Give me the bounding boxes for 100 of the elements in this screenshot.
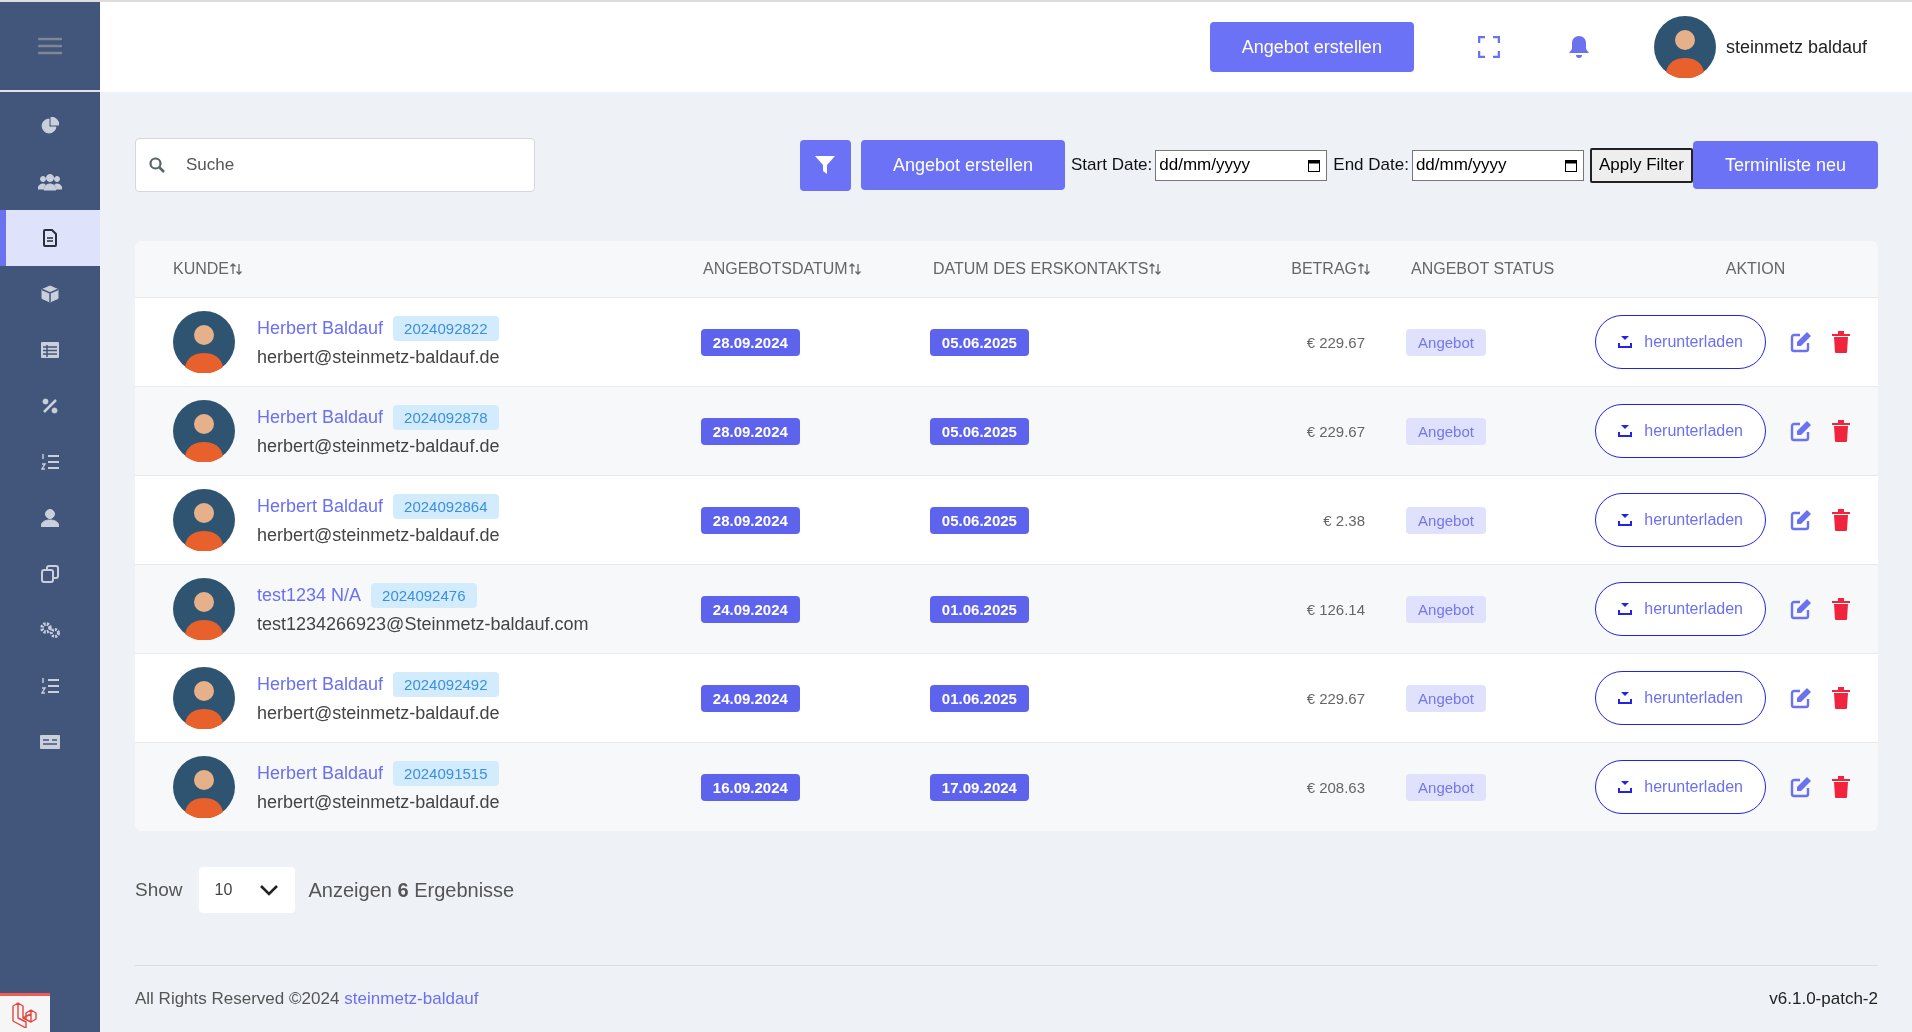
search-field[interactable]: Suche [135,138,535,192]
customer-avatar [173,489,235,551]
download-button[interactable]: herunterladen [1595,671,1766,725]
gears-icon [39,621,61,639]
offer-date-badge: 16.09.2024 [700,773,800,801]
start-date-field[interactable]: dd/mm/yyyy [1155,149,1328,181]
calendar-icon [1308,158,1321,172]
customer-avatar [173,756,235,818]
amount-cell: € 229.67 [1306,422,1366,440]
download-button[interactable]: herunterladen [1595,315,1766,369]
sort-icon [1358,263,1370,275]
offer-date-badge: 28.09.2024 [700,328,800,356]
amount-cell: € 229.67 [1306,333,1366,351]
status-badge: Angebot [1406,328,1486,356]
delete-trash-icon[interactable] [1832,509,1850,531]
customer-email: herbert@steinmetz-baldauf.de [257,347,500,368]
end-date-label: End Date: [1333,155,1409,175]
download-button[interactable]: herunterladen [1595,582,1766,636]
delete-trash-icon[interactable] [1832,776,1850,798]
download-button[interactable]: herunterladen [1595,493,1766,547]
copyright-text: All Rights Reserved ©2024 [135,989,340,1009]
contact-date-badge: 05.06.2025 [929,506,1029,534]
customer-name-link[interactable]: Herbert Baldauf [257,407,384,428]
menu-icon[interactable] [38,36,62,56]
contact-date-badge: 01.06.2025 [929,595,1029,623]
amount-cell: € 208.63 [1306,778,1366,796]
sort-icon [230,263,242,275]
create-offer-button[interactable]: Angebot erstellen [860,140,1066,190]
start-date-label: Start Date: [1071,155,1153,175]
delete-trash-icon[interactable] [1832,420,1850,442]
download-icon [1618,692,1633,704]
apply-filter-button[interactable]: Apply Filter [1589,147,1693,183]
offer-date-badge: 28.09.2024 [700,417,800,445]
download-icon [1618,425,1633,437]
customer-email: herbert@steinmetz-baldauf.de [257,436,500,457]
edit-icon[interactable] [1790,509,1812,531]
download-button[interactable]: herunterladen [1595,760,1766,814]
table-icon [41,342,59,358]
edit-icon[interactable] [1790,776,1812,798]
id-card-icon [40,735,60,749]
numbered-list-icon [41,453,59,471]
download-icon [1618,336,1633,348]
offer-date-badge: 24.09.2024 [700,595,800,623]
edit-icon[interactable] [1790,687,1812,709]
status-badge: Angebot [1406,684,1486,712]
filter-icon [814,154,837,176]
column-header[interactable]: DATUM DES ERSKONTAKTS [933,260,1162,278]
new-appointment-list-button[interactable]: Terminliste neu [1692,141,1878,189]
column-header[interactable]: ANGEBOTSDATUM [703,260,861,278]
user-name: steinmetz baldauf [1725,36,1867,58]
column-header[interactable]: BETRAG [1291,260,1370,278]
customer-name-link[interactable]: Herbert Baldauf [257,318,384,339]
offer-number-badge: 2024092822 [393,316,499,341]
footer-link[interactable]: steinmetz-baldauf [344,989,479,1009]
status-badge: Angebot [1406,595,1486,623]
end-date-field[interactable]: dd/mm/yyyy [1411,149,1584,181]
column-header: ANGEBOT STATUS [1411,260,1555,278]
customer-name-link[interactable]: Herbert Baldauf [257,496,384,517]
version-text: v6.1.0-patch-2 [1769,989,1878,1009]
logo-icon[interactable] [0,993,50,1032]
customer-avatar [173,578,235,640]
create-offer-button[interactable]: Angebot erstellen [1209,22,1414,72]
amount-cell: € 126.14 [1306,600,1366,618]
copy-icon [41,565,59,583]
contact-date-badge: 01.06.2025 [929,684,1029,712]
customer-name-link[interactable]: test1234 N/A [257,585,362,606]
customer-email: herbert@steinmetz-baldauf.de [257,703,500,724]
contact-date-badge: 17.09.2024 [929,773,1029,801]
download-icon [1618,603,1633,615]
delete-trash-icon[interactable] [1832,687,1850,709]
chevron-down-icon [258,884,279,896]
offer-number-badge: 2024091515 [393,761,499,786]
offer-number-badge: 2024092864 [393,494,499,519]
edit-icon[interactable] [1790,598,1812,620]
customer-name-link[interactable]: Herbert Baldauf [257,674,384,695]
delete-trash-icon[interactable] [1832,331,1850,353]
fullscreen-icon[interactable] [1477,36,1500,58]
calendar-icon [1564,158,1577,172]
sidebar-item[interactable] [0,210,100,266]
pie-chart-icon [41,117,59,135]
customer-avatar [173,311,235,373]
contact-date-badge: 05.06.2025 [929,328,1029,356]
percent-icon [42,398,58,414]
edit-icon[interactable] [1790,420,1812,442]
customer-email: herbert@steinmetz-baldauf.de [257,525,500,546]
notification-bell-icon[interactable] [1567,35,1590,59]
page-size-select[interactable]: 10 [198,867,295,913]
download-button[interactable]: herunterladen [1595,404,1766,458]
column-header[interactable]: KUNDE [173,260,242,278]
offer-number-badge: 2024092492 [393,672,499,697]
customer-name-link[interactable]: Herbert Baldauf [257,763,384,784]
status-badge: Angebot [1406,417,1486,445]
filter-button[interactable] [799,139,851,191]
delete-trash-icon[interactable] [1832,598,1850,620]
customer-avatar [173,400,235,462]
status-badge: Angebot [1406,506,1486,534]
offer-date-badge: 28.09.2024 [700,506,800,534]
edit-icon[interactable] [1790,331,1812,353]
user-avatar[interactable] [1653,16,1716,78]
customer-email: herbert@steinmetz-baldauf.de [257,792,500,813]
